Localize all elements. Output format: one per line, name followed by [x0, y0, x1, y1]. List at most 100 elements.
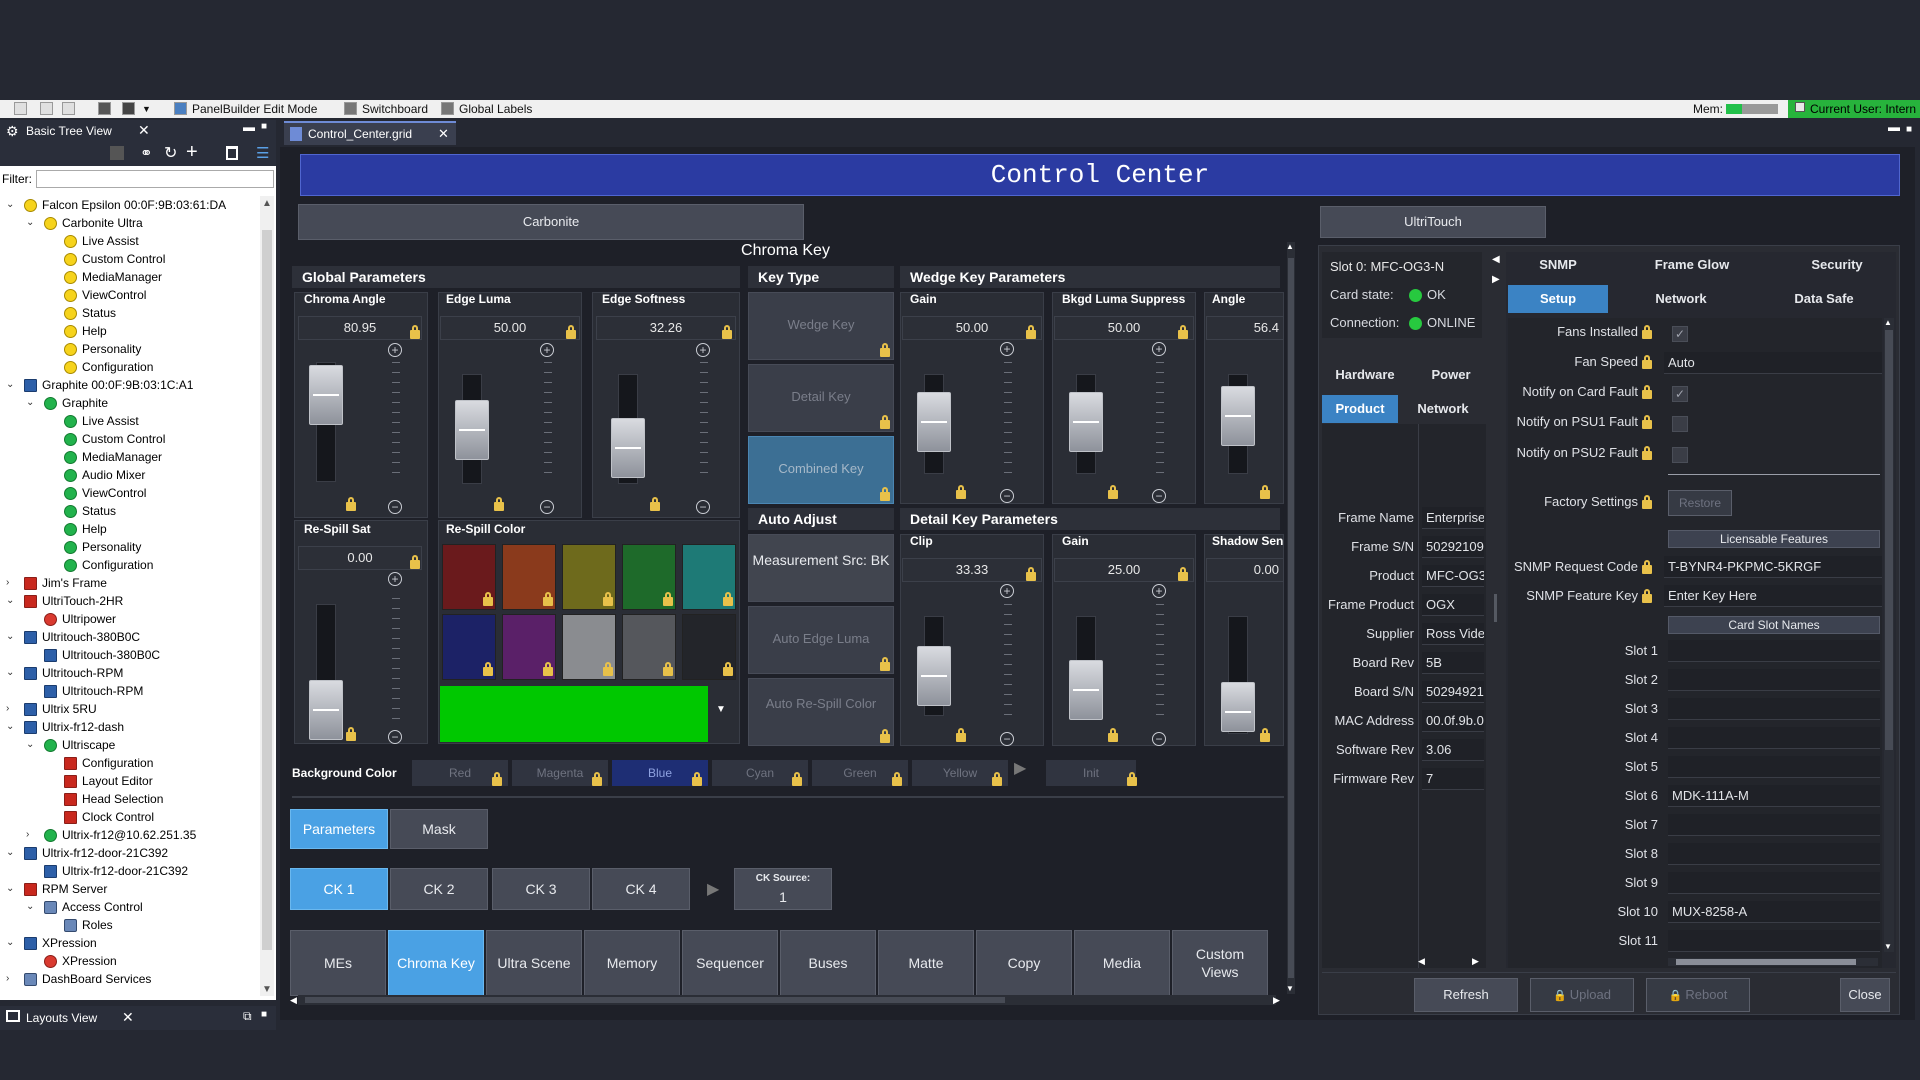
tree-item[interactable]: Custom Control [0, 430, 258, 448]
shadow-sen-value[interactable]: 0.00 [1206, 558, 1284, 582]
respill-color-swatch[interactable] [622, 544, 676, 610]
upload-button[interactable]: 🔒 Upload [1530, 978, 1634, 1012]
tab-control-center-grid[interactable]: Control_Center.grid ✕ [284, 121, 456, 145]
slot-name-field[interactable] [1668, 843, 1880, 865]
tab-parameters[interactable]: Parameters [290, 809, 388, 849]
bkgd-luma-value[interactable]: 50.00 [1054, 316, 1194, 340]
lock-icon[interactable] [1642, 560, 1652, 574]
bg-color-blue-button[interactable]: Blue [612, 760, 708, 786]
tab-ck4[interactable]: CK 4 [592, 868, 690, 910]
collapse-icon[interactable]: ⌄ [26, 740, 36, 750]
tree-item[interactable]: ⌄ Ultritouch-RPM [0, 664, 258, 682]
ultritouch-button[interactable]: UltriTouch [1320, 206, 1546, 238]
slot-name-field[interactable] [1668, 727, 1880, 749]
maximize-icon[interactable]: ■ [261, 1009, 267, 1020]
expand-icon[interactable]: › [26, 830, 36, 840]
tab-settings-network[interactable]: Network [1612, 285, 1750, 313]
minus-icon[interactable]: − [1000, 489, 1014, 503]
edge-luma-slider-knob[interactable] [455, 400, 489, 460]
collapse-icon[interactable]: ⌄ [6, 938, 16, 948]
slot-name-field[interactable] [1668, 872, 1880, 894]
plus-icon[interactable]: + [1000, 584, 1014, 598]
tab-data-safe[interactable]: Data Safe [1752, 285, 1896, 313]
scroll-down-icon[interactable]: ▼ [1286, 984, 1294, 993]
lock-icon[interactable] [1642, 415, 1652, 429]
refresh-button[interactable]: Refresh [1414, 978, 1518, 1012]
bkgd-luma-slider-knob[interactable] [1069, 392, 1103, 452]
tree-item[interactable]: Live Assist [0, 412, 258, 430]
save-icon[interactable] [14, 102, 27, 115]
lock-icon[interactable] [722, 325, 732, 339]
tree-scroll-thumb[interactable] [262, 230, 272, 950]
tree-item[interactable]: ⌄ RPM Server [0, 880, 258, 898]
slot-name-field[interactable] [1668, 814, 1880, 836]
product-field-value[interactable]: 5B [1422, 652, 1484, 674]
lock-icon[interactable] [1127, 772, 1137, 786]
product-field-value[interactable]: OGX [1422, 594, 1484, 616]
scroll-down-icon[interactable]: ▼ [262, 984, 272, 995]
notify-psu1-checkbox[interactable] [1672, 416, 1688, 432]
tree-item[interactable]: ⌄ Falcon Epsilon 00:0F:9B:03:61:DA [0, 196, 258, 214]
global-labels-button[interactable]: Global Labels [459, 102, 532, 116]
expand-icon[interactable]: › [6, 578, 16, 588]
collapse-icon[interactable]: ⌄ [6, 722, 16, 732]
lock-icon[interactable] [1642, 385, 1652, 399]
tab-product[interactable]: Product [1322, 395, 1398, 423]
refresh-icon[interactable]: ↻ [164, 143, 177, 163]
tree-item[interactable]: Status [0, 304, 258, 322]
chroma-angle-value[interactable]: 80.95 [298, 316, 422, 340]
tab-power[interactable]: Power [1408, 361, 1494, 389]
lock-icon[interactable] [880, 415, 890, 429]
tree-item[interactable]: Custom Control [0, 250, 258, 268]
list-icon[interactable]: ☰ [256, 144, 269, 162]
tree-item[interactable]: › Jim's Frame [0, 574, 258, 592]
minimize-icon[interactable]: ▬ [243, 120, 255, 134]
collapse-icon[interactable]: ⌄ [6, 884, 16, 894]
switchboard-button[interactable]: Switchboard [362, 102, 428, 116]
edge-luma-value[interactable]: 50.00 [440, 316, 580, 340]
tree-item[interactable]: › Ultrix 5RU [0, 700, 258, 718]
combined-key-button[interactable]: Combined Key [748, 436, 894, 504]
lock-icon[interactable] [410, 325, 420, 339]
chevron-down-icon[interactable]: ▼ [142, 102, 151, 116]
bottom-tab-media[interactable]: Media [1074, 930, 1170, 996]
shadow-slider-knob[interactable] [1221, 682, 1255, 732]
tree-item[interactable]: Status [0, 502, 258, 520]
clip-value[interactable]: 33.33 [902, 558, 1042, 582]
tree-item[interactable]: ⌄ Ultrix-fr12-door-21C392 [0, 844, 258, 862]
tree-item[interactable]: Live Assist [0, 232, 258, 250]
tab-mask[interactable]: Mask [390, 809, 488, 849]
respill-sat-value[interactable]: 0.00 [298, 546, 422, 570]
tree-item[interactable]: Roles [0, 916, 258, 934]
lock-icon[interactable] [1260, 485, 1270, 499]
chevron-right-icon[interactable]: ▶ [1492, 274, 1500, 285]
close-icon[interactable]: ✕ [122, 1009, 134, 1026]
notify-psu2-checkbox[interactable] [1672, 447, 1688, 463]
lock-icon[interactable] [494, 497, 504, 511]
lock-icon[interactable] [1026, 567, 1036, 581]
bottom-tab-matte[interactable]: Matte [878, 930, 974, 996]
bg-color-green-button[interactable]: Green [812, 760, 908, 786]
measurement-src-button[interactable]: Measurement Src: BK [748, 534, 894, 602]
wedge-gain-slider-knob[interactable] [917, 392, 951, 452]
lock-icon[interactable] [723, 592, 733, 606]
bottom-tab-memory[interactable]: Memory [584, 930, 680, 996]
bottom-tab-sequencer[interactable]: Sequencer [682, 930, 778, 996]
monitor-icon[interactable] [110, 146, 124, 160]
lock-icon[interactable] [880, 729, 890, 743]
slot-name-field[interactable] [1668, 930, 1880, 952]
respill-color-swatch[interactable] [622, 614, 676, 680]
tab-ck3[interactable]: CK 3 [492, 868, 590, 910]
slot-name-field[interactable] [1668, 640, 1880, 662]
tree-item[interactable]: Ultrix-fr12-door-21C392 [0, 862, 258, 880]
clip-slider-knob[interactable] [917, 646, 951, 706]
tree-item[interactable]: Ultritouch-RPM [0, 682, 258, 700]
maximize-icon[interactable]: ■ [261, 121, 267, 132]
chevron-left-icon[interactable]: ◀ [1492, 254, 1500, 265]
lock-icon[interactable] [346, 727, 356, 741]
plus-icon[interactable]: + [1152, 342, 1166, 356]
tree-item[interactable]: ⌄ Graphite [0, 394, 258, 412]
ck-source-box[interactable]: CK Source: 1 [734, 868, 832, 910]
bottom-tab-custom-views[interactable]: Custom Views [1172, 930, 1268, 996]
maximize-icon[interactable]: ■ [1906, 124, 1912, 135]
